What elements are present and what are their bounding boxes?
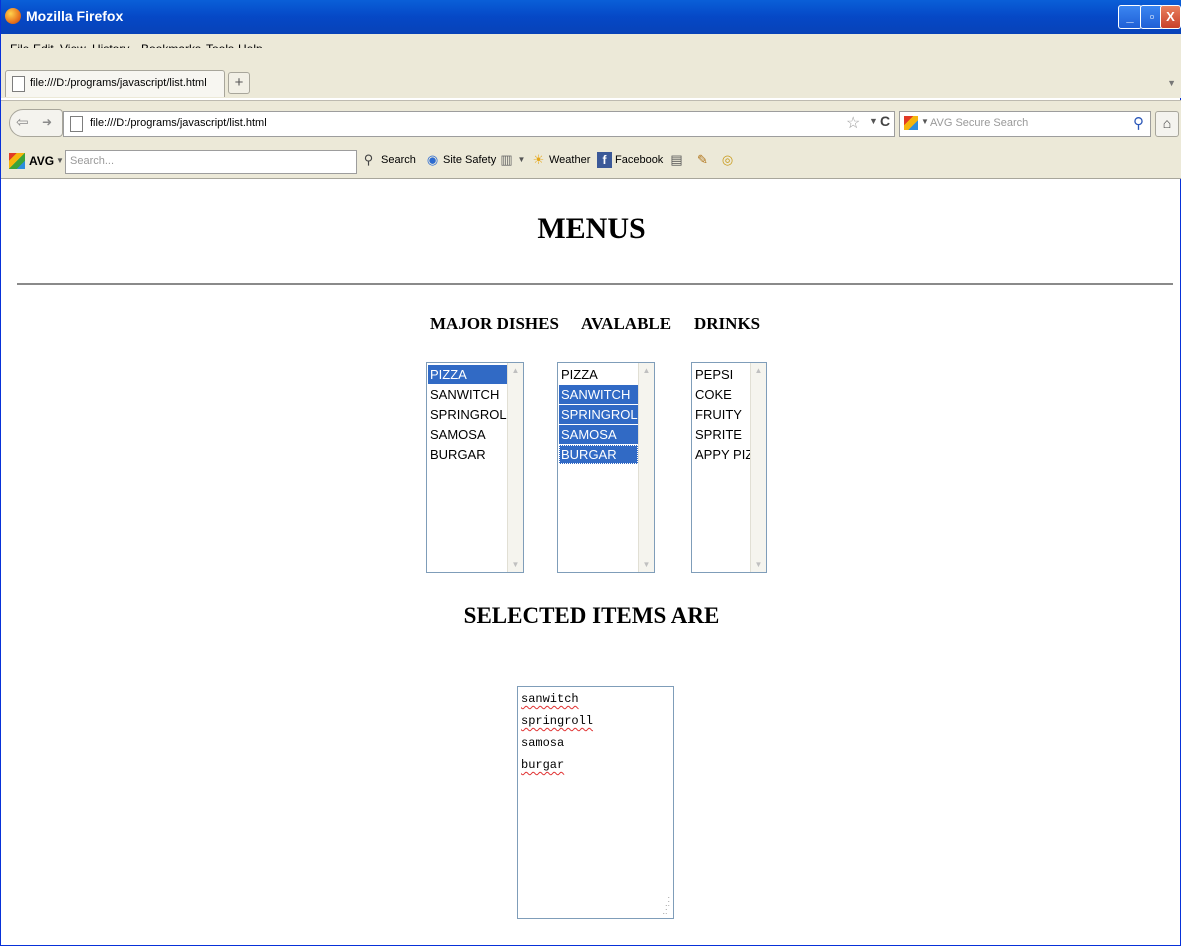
scroll-down-icon[interactable]: ▼ <box>639 557 654 572</box>
avg-engine-icon[interactable] <box>904 116 918 130</box>
search-placeholder: AVG Secure Search <box>930 117 1029 129</box>
listbox-option[interactable]: BURGAR <box>559 445 638 464</box>
firefox-logo-icon <box>5 8 21 24</box>
listbox-option[interactable]: PIZZA <box>559 365 638 384</box>
drinks-scrollbar[interactable]: ▲ ▼ <box>750 363 766 572</box>
listbox-option[interactable]: PEPSI <box>693 365 750 384</box>
browser-window: Mozilla Firefox _ ▫ X File Edit View His… <box>0 0 1181 946</box>
resize-grip-icon[interactable]: . .:.: <box>662 891 670 916</box>
listbox-option[interactable]: APPY PIZ <box>693 445 750 464</box>
listbox-option[interactable]: SAMOSA <box>559 425 638 444</box>
reload-icon[interactable]: C <box>880 113 890 129</box>
tab-list-chevron-icon[interactable]: ▼ <box>1167 78 1176 88</box>
weather-icon[interactable]: ☀ <box>531 152 546 168</box>
tab-label: file:///D:/programs/javascript/list.html <box>30 77 207 89</box>
listbox-option[interactable]: SPRINGROLL <box>428 405 507 424</box>
avg-brand[interactable]: AVG <box>29 154 54 168</box>
listbox-option[interactable]: BURGAR <box>428 445 507 464</box>
address-bar[interactable]: file:///D:/programs/javascript/list.html… <box>63 111 895 137</box>
forward-arrow-icon[interactable]: ➜ <box>42 110 52 135</box>
scroll-down-icon[interactable]: ▼ <box>751 557 766 572</box>
tab-bar: file:///D:/programs/javascript/list.html… <box>1 48 1181 98</box>
new-tab-button[interactable]: + <box>228 72 250 94</box>
selected-item-line: springroll <box>521 714 594 728</box>
avg-toolbar: AVG ▼ Search... ⚲ Search ◉ Site Safety ▥… <box>1 145 1181 179</box>
site-safety-button[interactable]: Site Safety <box>443 154 496 166</box>
weather-button[interactable]: Weather <box>549 154 590 166</box>
drinks-listbox[interactable]: ▲ ▼ PEPSI COKE FRUITY SPRITE APPY PIZ <box>691 362 767 573</box>
facebook-button[interactable]: Facebook <box>615 154 663 166</box>
magnifier-icon[interactable]: ⚲ <box>361 152 376 168</box>
home-icon[interactable]: ⌂ <box>1155 111 1179 137</box>
listbox-option[interactable]: SPRITE <box>693 425 750 444</box>
major-dishes-listbox[interactable]: ▲ ▼ PIZZA SANWITCH SPRINGROLL SAMOSA BURGAR <box>426 362 524 573</box>
trash-icon[interactable]: ▥ <box>499 152 514 168</box>
search-tool-icon[interactable]: ◎ <box>720 152 735 168</box>
listbox-option[interactable]: SPRINGROLL <box>559 405 638 424</box>
notepad-icon[interactable]: ✎ <box>695 152 710 168</box>
bookmark-star-icon[interactable]: ☆ <box>846 113 860 133</box>
engine-dropdown-icon[interactable]: ▼ <box>921 117 929 126</box>
navigation-bar: ⇦ ➜ file:///D:/programs/javascript/list.… <box>1 100 1181 145</box>
scroll-down-icon[interactable]: ▼ <box>508 557 523 572</box>
back-forward-buttons: ⇦ ➜ <box>9 109 63 137</box>
listbox-option[interactable]: FRUITY <box>693 405 750 424</box>
shield-icon[interactable]: ◉ <box>425 152 440 168</box>
back-arrow-icon[interactable]: ⇦ <box>16 110 29 135</box>
avg-logo-icon[interactable] <box>9 153 25 169</box>
avg-search-placeholder: Search... <box>70 155 115 167</box>
minimize-button[interactable]: _ <box>1118 5 1142 29</box>
window-title: Mozilla Firefox <box>26 8 124 24</box>
drinks-heading: DRINKS <box>694 314 761 333</box>
avg-dropdown-icon[interactable]: ▼ <box>56 156 64 165</box>
major-dishes-scrollbar[interactable]: ▲ ▼ <box>507 363 523 572</box>
title-bar: Mozilla Firefox _ ▫ X <box>1 0 1181 34</box>
avg-search-input[interactable]: Search... <box>65 150 357 174</box>
listbox-option[interactable]: COKE <box>693 385 750 404</box>
selected-item-line: burgar <box>521 758 565 772</box>
calculator-icon[interactable]: ▤ <box>669 152 684 168</box>
search-bar[interactable]: ▼ AVG Secure Search ⚲ <box>899 111 1151 137</box>
page-icon <box>70 116 83 132</box>
url-dropdown-icon[interactable]: ▼ <box>869 116 878 126</box>
search-icon[interactable]: ⚲ <box>1133 114 1144 132</box>
available-scrollbar[interactable]: ▲ ▼ <box>638 363 654 572</box>
selected-items-heading: SELECTED ITEMS ARE <box>463 603 720 628</box>
available-listbox[interactable]: ▲ ▼ PIZZA SANWITCH SPRINGROLL SAMOSA BURGAR <box>557 362 655 573</box>
selected-items-textarea[interactable]: . .:.: sanwitch springroll samosa burgar <box>517 686 674 919</box>
scroll-up-icon[interactable]: ▲ <box>508 363 523 378</box>
available-heading: AVALABLE <box>581 314 672 333</box>
selected-item-line: sanwitch <box>521 692 579 706</box>
listbox-option[interactable]: PIZZA <box>428 365 507 384</box>
listbox-option[interactable]: SANWITCH <box>428 385 507 404</box>
tab-list-html[interactable]: file:///D:/programs/javascript/list.html <box>5 70 225 97</box>
page-title: MENUS <box>537 212 646 245</box>
major-dishes-heading: MAJOR DISHES <box>430 314 559 333</box>
scroll-up-icon[interactable]: ▲ <box>639 363 654 378</box>
facebook-icon[interactable]: f <box>597 152 612 168</box>
trash-dropdown-icon[interactable]: ▼ <box>514 152 529 168</box>
url-text[interactable]: file:///D:/programs/javascript/list.html <box>90 117 267 129</box>
close-button[interactable]: X <box>1160 5 1181 29</box>
selected-item-line: samosa <box>521 736 565 750</box>
horizontal-rule <box>17 283 1173 285</box>
listbox-option[interactable]: SANWITCH <box>559 385 638 404</box>
listbox-option[interactable]: SAMOSA <box>428 425 507 444</box>
page-icon <box>12 76 25 92</box>
avg-search-button[interactable]: Search <box>381 154 416 166</box>
scroll-up-icon[interactable]: ▲ <box>751 363 766 378</box>
